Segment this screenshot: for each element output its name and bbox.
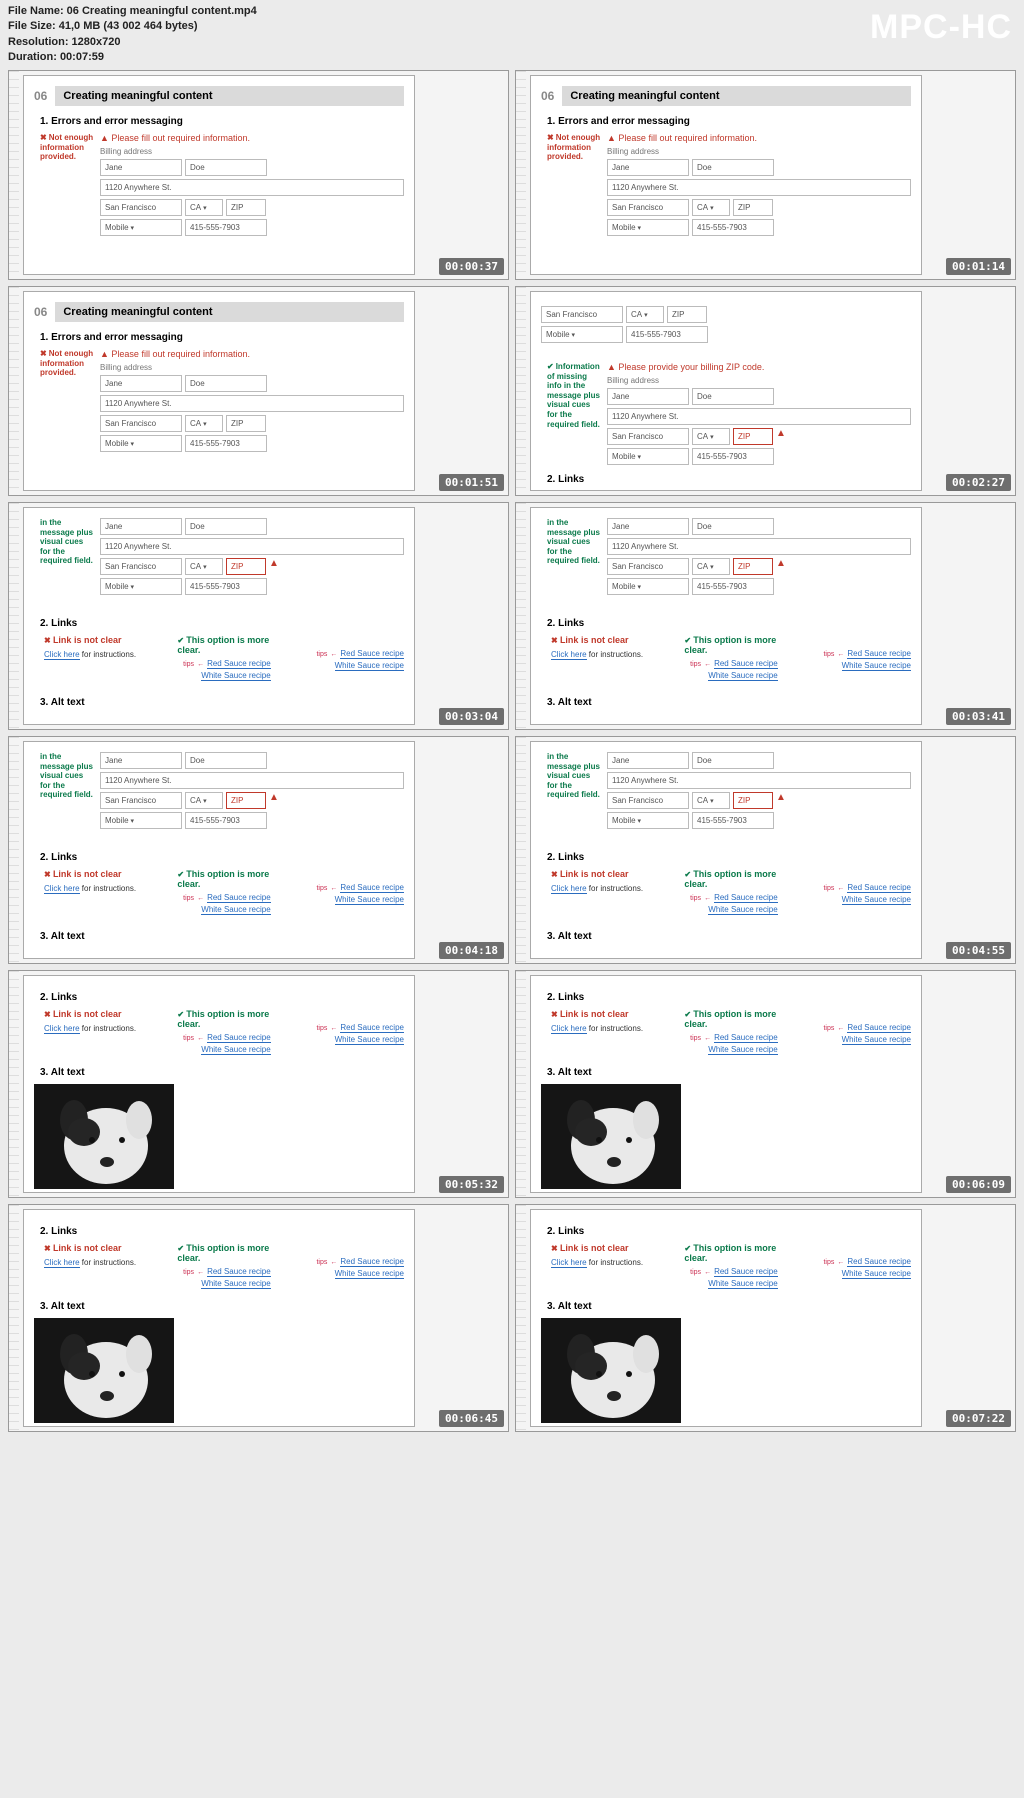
timestamp: 00:01:51 bbox=[439, 474, 504, 491]
warning-icon: ▲ bbox=[776, 428, 786, 445]
file-info-header: File Name: 06 Creating meaningful conten… bbox=[0, 0, 1024, 66]
x-icon bbox=[547, 133, 556, 142]
zip-field-error[interactable]: ZIP bbox=[733, 428, 773, 445]
ruler bbox=[9, 971, 19, 1197]
warning-icon: ▲ bbox=[776, 792, 786, 809]
form-label: Billing address bbox=[100, 147, 404, 156]
ruler bbox=[516, 1205, 526, 1431]
thumbnail-12[interactable]: 2. Links Link is not clear Click here fo… bbox=[515, 1204, 1016, 1432]
timestamp: 00:06:45 bbox=[439, 1410, 504, 1427]
warning-icon: ▲ bbox=[269, 792, 279, 809]
timestamp: 00:03:41 bbox=[946, 708, 1011, 725]
first-name-field[interactable]: Jane bbox=[100, 159, 182, 176]
ruler bbox=[516, 287, 526, 495]
thumbnail-3[interactable]: 06Creating meaningful content 1. Errors … bbox=[8, 286, 509, 496]
link-good-heading: This option is more clear. bbox=[177, 635, 270, 655]
section-heading: 1. Errors and error messaging bbox=[40, 116, 404, 127]
dog-image bbox=[541, 1084, 681, 1189]
thumbnail-grid: 06 Creating meaningful content 1. Errors … bbox=[0, 66, 1024, 1436]
recipe-link[interactable]: Red Sauce recipe bbox=[207, 659, 271, 669]
error-message: Please fill out required information. bbox=[100, 133, 404, 143]
slide-number: 06 bbox=[34, 89, 47, 103]
dog-image bbox=[34, 1318, 174, 1423]
ruler bbox=[516, 971, 526, 1197]
zip-field[interactable]: ZIP bbox=[226, 199, 266, 216]
click-here-link[interactable]: Click here bbox=[44, 650, 80, 660]
check-icon bbox=[547, 362, 556, 371]
thumbnail-9[interactable]: 2. Links Link is not clear Click here fo… bbox=[8, 970, 509, 1198]
timestamp: 00:03:04 bbox=[439, 708, 504, 725]
phone-type-select[interactable]: Mobile bbox=[100, 219, 182, 236]
ruler bbox=[516, 503, 526, 729]
ruler bbox=[9, 737, 19, 963]
dog-image bbox=[34, 1084, 174, 1189]
timestamp: 00:01:14 bbox=[946, 258, 1011, 275]
timestamp: 00:05:32 bbox=[439, 1176, 504, 1193]
slide-page: 06Creating meaningful content 1. Errors … bbox=[530, 75, 922, 275]
file-size: File Size: 41,0 MB (43 002 464 bytes) bbox=[8, 19, 1016, 34]
ruler bbox=[9, 1205, 19, 1431]
thumbnail-2[interactable]: 06Creating meaningful content 1. Errors … bbox=[515, 70, 1016, 280]
ruler bbox=[516, 71, 526, 279]
timestamp: 00:06:09 bbox=[946, 1176, 1011, 1193]
duration: Duration: 00:07:59 bbox=[8, 50, 1016, 65]
timestamp: 00:00:37 bbox=[439, 258, 504, 275]
thumbnail-10[interactable]: 2. Links Link is not clear Click here fo… bbox=[515, 970, 1016, 1198]
bad-note: Not enough information provided. bbox=[40, 133, 94, 162]
x-icon bbox=[40, 133, 49, 142]
thumbnail-7[interactable]: in the message plus visual cues for the … bbox=[8, 736, 509, 964]
thumbnail-8[interactable]: in the message plus visual cues for the … bbox=[515, 736, 1016, 964]
thumbnail-6[interactable]: in the message plus visual cues for the … bbox=[515, 502, 1016, 730]
specific-error: Please provide your billing ZIP code. bbox=[607, 362, 911, 372]
timestamp: 00:02:27 bbox=[946, 474, 1011, 491]
ruler bbox=[9, 287, 19, 495]
city-field[interactable]: San Francisco bbox=[100, 199, 182, 216]
warning-icon: ▲ bbox=[776, 558, 786, 575]
last-name-field[interactable]: Doe bbox=[185, 159, 267, 176]
good-note: Information of missing info in the messa… bbox=[547, 362, 601, 429]
dog-image bbox=[541, 1318, 681, 1423]
thumbnail-5[interactable]: in the message plus visual cues for the … bbox=[8, 502, 509, 730]
address-field[interactable]: 1120 Anywhere St. bbox=[100, 179, 404, 196]
resolution: Resolution: 1280x720 bbox=[8, 35, 1016, 50]
phone-field[interactable]: 415-555-7903 bbox=[185, 219, 267, 236]
timestamp: 00:07:22 bbox=[946, 1410, 1011, 1427]
timestamp: 00:04:18 bbox=[439, 942, 504, 959]
file-name: File Name: 06 Creating meaningful conten… bbox=[8, 4, 1016, 19]
state-select[interactable]: CA bbox=[185, 199, 223, 216]
warning-icon: ▲ bbox=[269, 558, 279, 575]
timestamp: 00:04:55 bbox=[946, 942, 1011, 959]
x-icon bbox=[40, 349, 49, 358]
watermark-logo: MPC-HC bbox=[870, 8, 1012, 47]
slide-title: Creating meaningful content bbox=[55, 86, 404, 106]
slide-page: 06 Creating meaningful content 1. Errors … bbox=[23, 75, 415, 275]
billing-form: Please fill out required information. Bi… bbox=[100, 133, 404, 239]
thumbnail-1[interactable]: 06 Creating meaningful content 1. Errors … bbox=[8, 70, 509, 280]
thumbnail-4[interactable]: San FranciscoCAZIP Mobile415-555-7903 In… bbox=[515, 286, 1016, 496]
ruler bbox=[516, 737, 526, 963]
thumbnail-11[interactable]: 2. Links Link is not clear Click here fo… bbox=[8, 1204, 509, 1432]
recipe-link[interactable]: White Sauce recipe bbox=[201, 671, 270, 681]
ruler bbox=[9, 503, 19, 729]
ruler bbox=[9, 71, 19, 279]
arrow-icon: tips bbox=[183, 661, 194, 668]
link-bad-heading: Link is not clear bbox=[44, 635, 137, 645]
